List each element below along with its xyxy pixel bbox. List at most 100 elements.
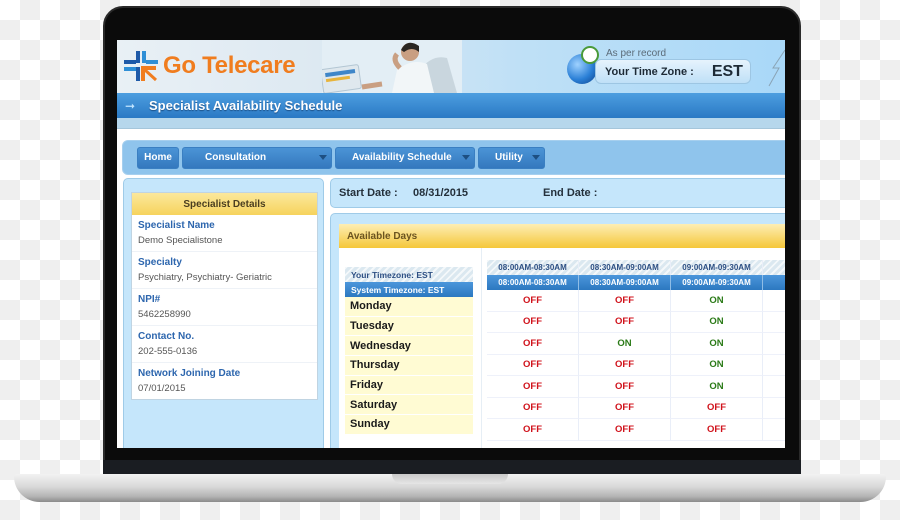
availability-toggle[interactable]: OFF <box>579 397 671 419</box>
day-row-thursday: Thursday <box>345 356 473 376</box>
availability-toggle <box>763 355 785 376</box>
nav-availability-schedule-label: Availability Schedule <box>352 152 452 163</box>
date-range-bar: Start Date : 08/31/2015 End Date : <box>330 178 785 208</box>
start-date-label: Start Date : <box>339 187 398 199</box>
slot-header-your-tz: 09:00AM-09:30AM <box>671 260 763 275</box>
availability-toggle[interactable]: ON <box>671 311 763 333</box>
specialist-details-heading: Specialist Details <box>132 193 317 215</box>
column-divider <box>481 248 482 448</box>
slot-header-system-tz: 09:00AM-09:30AM <box>671 275 763 290</box>
start-date-value: 08/31/2015 <box>413 187 469 199</box>
detail-value: Demo Specialistone <box>138 235 223 246</box>
availability-toggle[interactable]: ON <box>671 333 763 355</box>
day-row-saturday: Saturday <box>345 395 473 416</box>
as-per-record-label: As per record <box>606 48 667 59</box>
laptop-notch <box>392 474 508 484</box>
availability-toggle[interactable]: OFF <box>487 311 579 333</box>
availability-card: Available Days Your Timezone: EST System… <box>339 224 785 448</box>
title-subbar <box>117 118 785 129</box>
availability-toggle[interactable]: OFF <box>671 419 763 441</box>
detail-label: Specialty <box>138 257 182 268</box>
availability-toggle <box>763 333 785 355</box>
your-timezone-label: Your Timezone: EST <box>345 267 473 282</box>
availability-toggle[interactable]: ON <box>579 333 671 355</box>
slot-header-system-tz: 09 <box>763 275 785 290</box>
detail-label: NPI# <box>138 294 161 305</box>
detail-joining-date: Network Joining Date 07/01/2015 <box>132 363 317 400</box>
decorative-bolt-icon <box>768 49 785 87</box>
availability-toggle[interactable]: OFF <box>579 311 671 333</box>
availability-toggle[interactable]: ON <box>671 354 763 376</box>
slot-header-system-tz: 08:00AM-08:30AM <box>487 275 579 290</box>
slot-header-your-tz: 08:30AM-09:00AM <box>579 260 671 275</box>
chevron-down-icon <box>532 155 540 160</box>
timezone-widget: As per record Your Time Zone : EST <box>567 46 757 86</box>
availability-toggle <box>763 290 785 312</box>
timezone-label: Your Time Zone : <box>605 65 694 78</box>
timezone-value: EST <box>711 62 743 80</box>
availability-toggle[interactable]: ON <box>671 376 763 398</box>
availability-row: OFF OFF ON <box>487 311 785 333</box>
nav-utility-label: Utility <box>495 152 523 163</box>
timezone-display: Your Time Zone : EST <box>595 59 751 84</box>
detail-value: 07/01/2015 <box>138 383 186 394</box>
detail-contact: Contact No. 202-555-0136 <box>132 326 317 363</box>
chevron-down-icon <box>319 155 327 160</box>
availability-toggle[interactable]: OFF <box>579 376 671 398</box>
availability-toggle[interactable]: OFF <box>671 397 763 419</box>
availability-toggle <box>763 419 785 441</box>
availability-toggle[interactable]: OFF <box>579 354 671 376</box>
slot-header-your-tz: 09 <box>763 260 785 275</box>
availability-row: OFF OFF ON <box>487 354 785 376</box>
specialist-panel: Specialist Details Specialist Name Demo … <box>123 178 324 448</box>
availability-row: OFF OFF OFF <box>487 419 785 441</box>
available-days-heading: Available Days <box>339 224 785 248</box>
detail-npi: NPI# 5462258990 <box>132 289 317 326</box>
detail-value: 5462258990 <box>138 309 191 320</box>
slot-header-system-tz: 08:30AM-09:00AM <box>579 275 671 290</box>
availability-toggle[interactable]: OFF <box>487 354 579 376</box>
page-title: Specialist Availability Schedule <box>149 98 343 113</box>
nav-utility-menu[interactable]: Utility <box>478 146 545 169</box>
day-row-monday: Monday <box>345 297 473 317</box>
slot-header-your-tz: 08:00AM-08:30AM <box>487 260 579 275</box>
main-nav: Home Consultation Availability Schedule … <box>122 140 785 175</box>
availability-toggle[interactable]: OFF <box>487 290 579 312</box>
days-column: Your Timezone: EST System Timezone: EST … <box>345 267 473 435</box>
nav-home-button[interactable]: Home <box>137 146 179 169</box>
availability-toggle[interactable]: OFF <box>579 290 671 312</box>
telecare-cross-icon <box>124 51 158 82</box>
day-row-sunday: Sunday <box>345 415 473 435</box>
nav-consultation-label: Consultation <box>205 152 267 163</box>
end-date-label: End Date : <box>543 187 598 199</box>
availability-toggle <box>763 376 785 398</box>
availability-row: OFF OFF OFF <box>487 397 785 419</box>
availability-row: OFF ON ON <box>487 333 785 355</box>
detail-specialist-name: Specialist Name Demo Specialistone <box>132 215 317 252</box>
nav-availability-schedule-menu[interactable]: Availability Schedule <box>335 146 475 169</box>
system-timezone-label: System Timezone: EST <box>345 282 473 297</box>
chevron-down-icon <box>462 155 470 160</box>
availability-toggle <box>763 398 785 419</box>
screen: Go Telecare As per record Your Time Zone… <box>117 40 785 448</box>
availability-toggle[interactable]: OFF <box>487 397 579 419</box>
detail-label: Contact No. <box>138 331 195 342</box>
availability-toggle[interactable]: OFF <box>579 419 671 441</box>
availability-row: OFF OFF ON <box>487 376 785 398</box>
availability-grid: 08:00AM-08:30AM 08:30AM-09:00AM 09:00AM-09… <box>487 260 785 441</box>
day-row-wednesday: Wednesday <box>345 336 473 357</box>
availability-toggle[interactable]: ON <box>671 290 763 312</box>
nav-consultation-menu[interactable]: Consultation <box>182 146 332 169</box>
day-row-tuesday: Tuesday <box>345 316 473 337</box>
detail-value: Psychiatry, Psychiatry- Geriatric <box>138 272 272 283</box>
day-row-friday: Friday <box>345 375 473 396</box>
arrow-right-icon: ➞ <box>125 98 136 113</box>
availability-panel: Available Days Your Timezone: EST System… <box>330 213 785 448</box>
availability-toggle[interactable]: OFF <box>487 376 579 398</box>
availability-toggle[interactable]: OFF <box>487 419 579 441</box>
detail-label: Specialist Name <box>138 220 215 231</box>
availability-row: OFF OFF ON <box>487 290 785 312</box>
logo[interactable]: Go Telecare <box>123 50 296 82</box>
availability-toggle[interactable]: OFF <box>487 333 579 355</box>
nav-home-label: Home <box>144 152 172 163</box>
